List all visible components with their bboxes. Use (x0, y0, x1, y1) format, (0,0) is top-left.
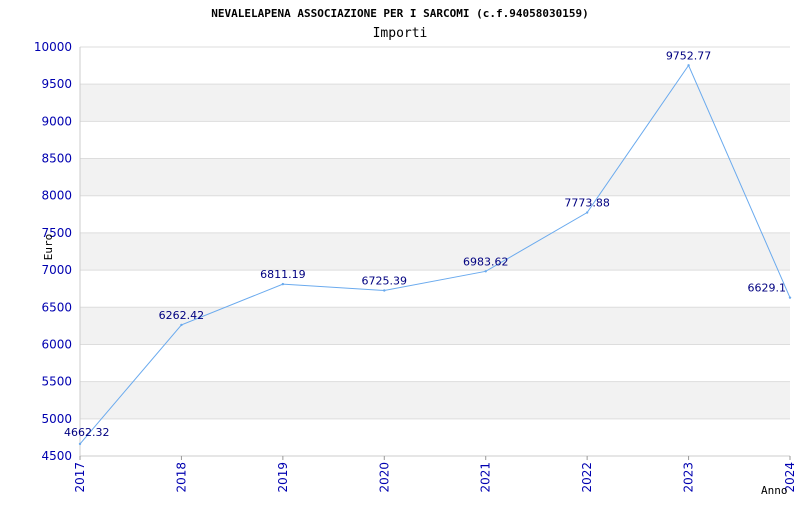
data-point (180, 323, 183, 327)
x-tick-label: 2017 (73, 462, 87, 493)
y-tick-label: 8000 (41, 189, 72, 203)
data-label: 6629.1 (748, 282, 787, 295)
x-tick-label: 2023 (682, 462, 696, 493)
data-label: 6262.42 (159, 309, 205, 322)
y-tick-label: 10000 (34, 40, 72, 54)
x-axis-ticks: 2017 2018 2019 2020 2021 2022 2023 2024 (73, 456, 797, 493)
grid-band (80, 232, 790, 271)
grid-band (80, 84, 790, 122)
x-tick-label: 2018 (174, 462, 188, 493)
data-label: 6811.19 (260, 268, 306, 281)
chart: 4500 5000 5500 6000 6500 7000 7500 8000 8500 9000… (0, 0, 800, 500)
x-tick-label: 2021 (479, 462, 493, 493)
chart-subtitle: Importi (373, 26, 428, 41)
data-label: 6983.62 (463, 255, 509, 268)
data-point (281, 282, 285, 286)
data-label: 9752.77 (666, 49, 712, 62)
y-tick-label: 6500 (41, 300, 72, 314)
x-tick-label: 2019 (276, 462, 290, 493)
grid-band (80, 381, 790, 419)
data-point (687, 64, 690, 67)
x-axis-label: Anno (761, 484, 788, 497)
y-axis-label: Euro (42, 234, 55, 261)
data-label: 4662.32 (64, 426, 110, 439)
y-tick-label: 8500 (41, 152, 72, 166)
x-tick-label: 2020 (377, 462, 391, 493)
x-tick-label: 2022 (580, 462, 594, 493)
y-tick-label: 9000 (41, 114, 72, 128)
data-point (78, 442, 82, 446)
y-tick-label: 5000 (41, 412, 72, 426)
line-chart: 4500500055006000650070007500800085009000… (34, 7, 797, 497)
data-point (484, 270, 487, 273)
data-point (585, 211, 589, 214)
y-tick-label: 6000 (41, 337, 72, 351)
grid-band (80, 158, 790, 196)
grid-bands (80, 84, 790, 419)
data-point (788, 296, 792, 299)
y-tick-label: 5500 (41, 375, 72, 389)
y-tick-label: 9500 (41, 77, 72, 91)
y-tick-label: 4500 (41, 449, 72, 463)
data-label: 6725.39 (362, 275, 408, 288)
chart-title: NEVALELAPENA ASSOCIAZIONE PER I SARCOMI … (211, 7, 589, 20)
data-label: 7773.88 (564, 197, 610, 210)
y-tick-label: 7000 (41, 263, 72, 277)
data-point (383, 289, 386, 292)
